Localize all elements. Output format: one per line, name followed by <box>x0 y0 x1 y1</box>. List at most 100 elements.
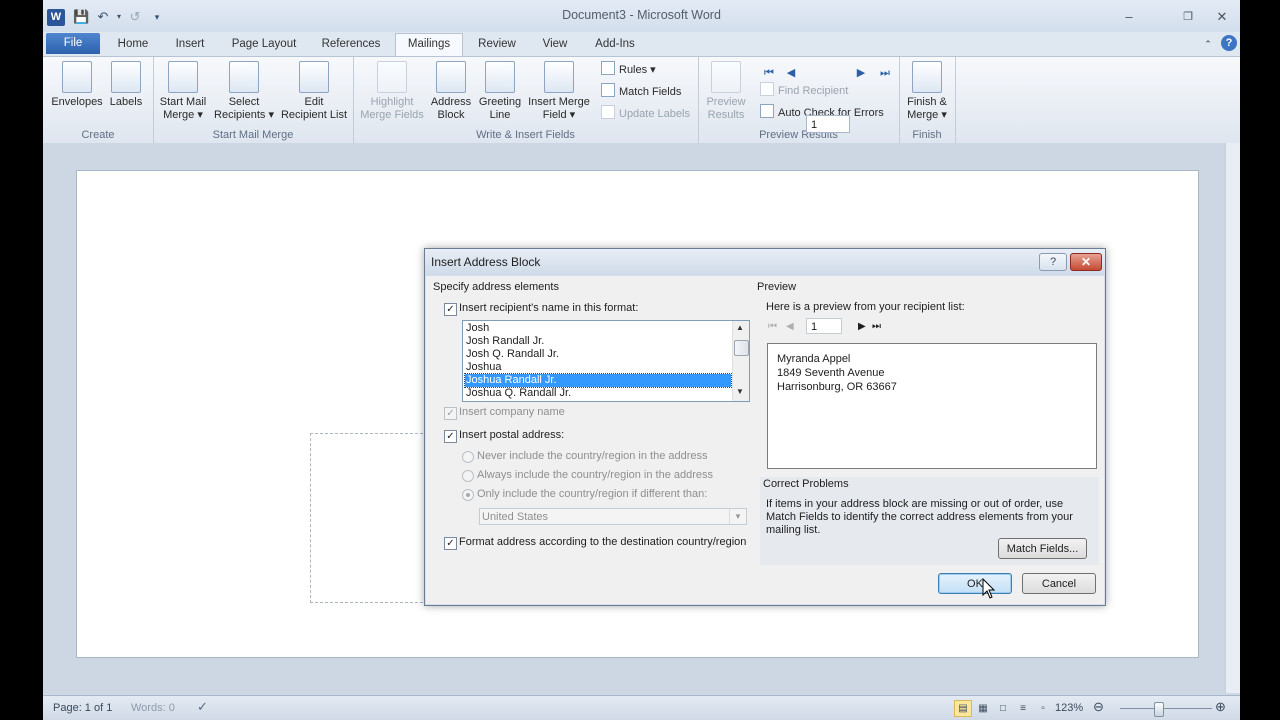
radio-always-label: Always include the country/region in the… <box>477 469 714 481</box>
radio-always-include[interactable] <box>462 470 474 482</box>
list-item[interactable]: Josh Randall Jr. <box>465 335 731 348</box>
tab-file[interactable]: File <box>46 33 100 54</box>
list-item-selected[interactable]: Joshua Randall Jr. <box>464 373 732 388</box>
dialog-title: Insert Address Block <box>431 255 541 269</box>
envelopes-button[interactable]: Envelopes <box>49 61 105 109</box>
find-recipient-button[interactable]: Find Recipient <box>760 82 848 100</box>
preview-last-icon[interactable]: ⏭ <box>872 321 881 332</box>
tab-mailings[interactable]: Mailings <box>395 33 463 56</box>
radio-never-include[interactable] <box>462 451 474 463</box>
group-label-create: Create <box>81 129 115 141</box>
dialog-title-bar: Insert Address Block ? ✕ <box>425 249 1105 275</box>
name-format-list[interactable]: Josh Josh Randall Jr. Josh Q. Randall Jr… <box>462 320 750 402</box>
list-scrollbar[interactable]: ▲ ▼ <box>732 321 749 401</box>
zoom-level[interactable]: 123% <box>1055 702 1083 714</box>
minimize-icon[interactable]: – <box>1118 8 1140 26</box>
start-mail-merge-button[interactable]: Start Mail Merge ▾ <box>155 61 211 122</box>
address-block-button[interactable]: Address Block <box>427 61 475 122</box>
insert-name-checkbox[interactable]: ✓ <box>444 303 457 316</box>
restore-icon[interactable]: ❐ <box>1177 8 1199 26</box>
match-fields-button[interactable]: Match Fields <box>601 83 681 101</box>
select-recipients-label-2: Recipients ▾ <box>214 109 274 121</box>
preview-record-field[interactable]: 1 <box>806 318 842 334</box>
draft-view-icon[interactable]: ▫ <box>1034 700 1052 717</box>
correct-text-line: mailing list. <box>766 524 821 536</box>
edit-recipient-list-button[interactable]: Edit Recipient List <box>277 61 351 122</box>
tab-review[interactable]: Review <box>471 36 523 56</box>
tab-insert[interactable]: Insert <box>167 36 213 56</box>
outline-view-icon[interactable]: ≡ <box>1014 700 1032 717</box>
status-bar: Page: 1 of 1 Words: 0 ✓ ▤ ▦ □ ≡ ▫ 123% ⊖… <box>43 695 1240 720</box>
zoom-in-icon[interactable]: ⊕ <box>1215 699 1226 715</box>
highlight-merge-fields-button[interactable]: Highlight Merge Fields <box>359 61 425 122</box>
address-block-label-1: Address <box>430 96 472 108</box>
list-item[interactable]: Joshua Q. Randall Jr. <box>465 387 731 400</box>
zoom-slider-thumb[interactable] <box>1154 702 1164 717</box>
zoom-slider[interactable] <box>1120 708 1212 709</box>
tab-add-ins[interactable]: Add-Ins <box>587 36 643 56</box>
last-record-icon[interactable]: ⏭ <box>878 66 892 80</box>
minimize-ribbon-icon[interactable]: ⌃ <box>1201 36 1215 56</box>
cancel-button[interactable]: Cancel <box>1022 573 1096 594</box>
scroll-up-icon[interactable]: ▲ <box>736 323 744 332</box>
insert-company-label: Insert company name <box>459 406 565 418</box>
dialog-help-button[interactable]: ? <box>1039 253 1067 271</box>
insert-postal-checkbox[interactable]: ✓ <box>444 430 457 443</box>
insert-address-block-dialog: Insert Address Block ? ✕ Specify address… <box>424 248 1106 606</box>
preview-results-button[interactable]: Preview Results <box>700 61 752 122</box>
tab-home[interactable]: Home <box>109 36 157 56</box>
next-record-icon[interactable]: ▶ <box>854 66 868 80</box>
dialog-close-icon[interactable]: ✕ <box>1070 253 1102 271</box>
zoom-out-icon[interactable]: ⊖ <box>1093 699 1104 715</box>
page-count[interactable]: Page: 1 of 1 <box>53 702 112 714</box>
preview-previous-icon[interactable]: ◀ <box>786 321 794 332</box>
preview-next-icon[interactable]: ▶ <box>858 321 866 332</box>
select-recipients-button[interactable]: Select Recipients ▾ <box>211 61 277 122</box>
print-layout-view-icon[interactable]: ▤ <box>954 700 972 717</box>
greeting-line-button[interactable]: Greeting Line <box>475 61 525 122</box>
envelope-icon <box>62 61 92 93</box>
word-count[interactable]: Words: 0 <box>131 702 175 714</box>
list-item[interactable]: Josh Q. Randall Jr. <box>465 348 731 361</box>
tab-view[interactable]: View <box>533 36 577 56</box>
country-value: United States <box>482 511 549 523</box>
scroll-down-icon[interactable]: ▼ <box>736 387 744 396</box>
format-address-checkbox[interactable]: ✓ <box>444 537 457 550</box>
group-finish: Finish & Merge ▾ Finish <box>899 57 956 143</box>
list-item[interactable]: Josh <box>465 322 731 335</box>
preview-first-icon[interactable]: ⏮ <box>768 321 777 332</box>
merge-field-icon <box>544 61 574 93</box>
labels-label: Labels <box>109 96 143 108</box>
match-fields-dialog-button[interactable]: Match Fields... <box>998 538 1087 559</box>
preview-icon <box>711 61 741 93</box>
rules-button[interactable]: Rules ▾ <box>601 61 656 79</box>
preview-results-label-1: Preview <box>706 96 746 108</box>
chevron-down-icon[interactable]: ▼ <box>729 509 746 524</box>
insert-merge-field-button[interactable]: Insert Merge Field ▾ <box>525 61 593 122</box>
full-screen-reading-icon[interactable]: ▦ <box>974 700 992 717</box>
ok-button[interactable]: OK <box>938 573 1012 594</box>
tab-page-layout[interactable]: Page Layout <box>225 36 303 56</box>
update-labels-button[interactable]: Update Labels <box>601 105 690 123</box>
help-icon[interactable]: ? <box>1221 35 1237 51</box>
radio-only-if-different[interactable] <box>462 489 474 501</box>
highlight-label-2: Merge Fields <box>360 109 424 121</box>
tab-references[interactable]: References <box>315 36 387 56</box>
close-window-icon[interactable]: ✕ <box>1211 8 1233 26</box>
finish-merge-button[interactable]: Finish & Merge ▾ <box>901 61 953 122</box>
first-record-icon[interactable]: ⏮ <box>762 66 776 80</box>
record-number-field[interactable]: 1 <box>806 115 850 133</box>
edit-list-icon <box>299 61 329 93</box>
proofing-icon[interactable]: ✓ <box>197 699 208 715</box>
labels-button[interactable]: Labels <box>105 61 147 109</box>
correct-heading: Correct Problems <box>763 478 849 490</box>
update-labels-icon <box>601 105 615 119</box>
radio-only-label: Only include the country/region if diffe… <box>477 488 708 500</box>
country-dropdown[interactable]: United States ▼ <box>479 508 747 525</box>
previous-record-icon[interactable]: ◀ <box>784 66 798 80</box>
list-scroll-thumb[interactable] <box>734 340 749 356</box>
insert-company-checkbox[interactable]: ✓ <box>444 407 457 420</box>
vertical-scrollbar[interactable] <box>1225 143 1240 693</box>
web-layout-icon[interactable]: □ <box>994 700 1012 717</box>
list-item[interactable]: Joshua <box>465 361 731 374</box>
